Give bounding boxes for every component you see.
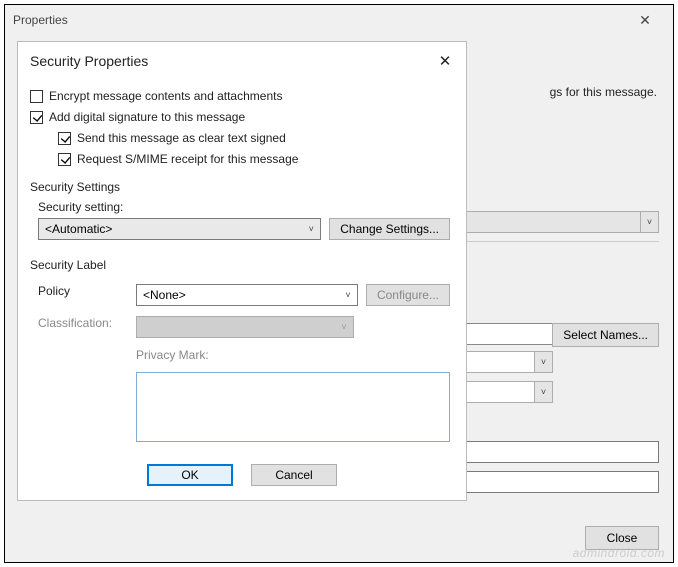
properties-textbox-1[interactable] — [453, 323, 563, 345]
encrypt-checkbox[interactable] — [30, 90, 43, 103]
sign-label: Add digital signature to this message — [49, 110, 245, 124]
security-setting-select[interactable]: <Automatic> ˅ — [38, 218, 321, 240]
security-dialog-title: Security Properties — [30, 53, 148, 69]
receipt-label: Request S/MIME receipt for this message — [77, 152, 298, 166]
properties-hint-text: gs for this message. — [550, 85, 657, 99]
chevron-down-icon: ˅ — [309, 225, 314, 234]
privacy-mark-label: Privacy Mark: — [136, 348, 358, 362]
sign-checkbox[interactable] — [30, 111, 43, 124]
properties-textbox-3[interactable] — [453, 471, 659, 493]
ok-button[interactable]: OK — [147, 464, 233, 486]
policy-select[interactable]: <None> ˅ — [136, 284, 358, 306]
security-properties-dialog: Security Properties ✕ Encrypt message co… — [17, 41, 467, 501]
security-setting-label: Security setting: — [38, 200, 450, 214]
cancel-button[interactable]: Cancel — [251, 464, 337, 486]
encrypt-label: Encrypt message contents and attachments — [49, 89, 282, 103]
change-settings-button[interactable]: Change Settings... — [329, 218, 450, 240]
cleartext-checkbox[interactable] — [58, 132, 71, 145]
classification-select: ˅ — [136, 316, 354, 338]
security-label-legend: Security Label — [30, 258, 110, 272]
properties-title: Properties — [13, 13, 68, 27]
close-icon[interactable]: ✕ — [430, 50, 460, 72]
security-settings-legend: Security Settings — [30, 180, 124, 194]
receipt-checkbox[interactable] — [58, 153, 71, 166]
select-names-button[interactable]: Select Names... — [552, 323, 659, 347]
policy-label: Policy — [38, 284, 128, 298]
properties-dropdown-3[interactable]: ˅ — [453, 381, 553, 403]
privacy-mark-textarea — [136, 372, 450, 442]
chevron-down-icon: ˅ — [647, 218, 652, 227]
classification-label: Classification: — [38, 316, 128, 330]
security-setting-value: <Automatic> — [45, 222, 112, 236]
properties-dropdown-1[interactable]: ˅ — [459, 211, 659, 233]
close-icon[interactable]: ✕ — [625, 9, 665, 31]
policy-value: <None> — [143, 288, 186, 302]
configure-button: Configure... — [366, 284, 450, 306]
properties-dropdown-2[interactable]: ˅ — [453, 351, 553, 373]
chevron-down-icon: ˅ — [541, 388, 546, 397]
properties-titlebar: Properties ✕ — [5, 5, 673, 31]
cleartext-label: Send this message as clear text signed — [77, 131, 286, 145]
chevron-down-icon: ˅ — [345, 291, 350, 300]
properties-textbox-2[interactable] — [453, 441, 659, 463]
chevron-down-icon: ˅ — [541, 358, 546, 367]
chevron-down-icon: ˅ — [341, 323, 346, 332]
watermark: admindroid.com — [573, 546, 665, 560]
